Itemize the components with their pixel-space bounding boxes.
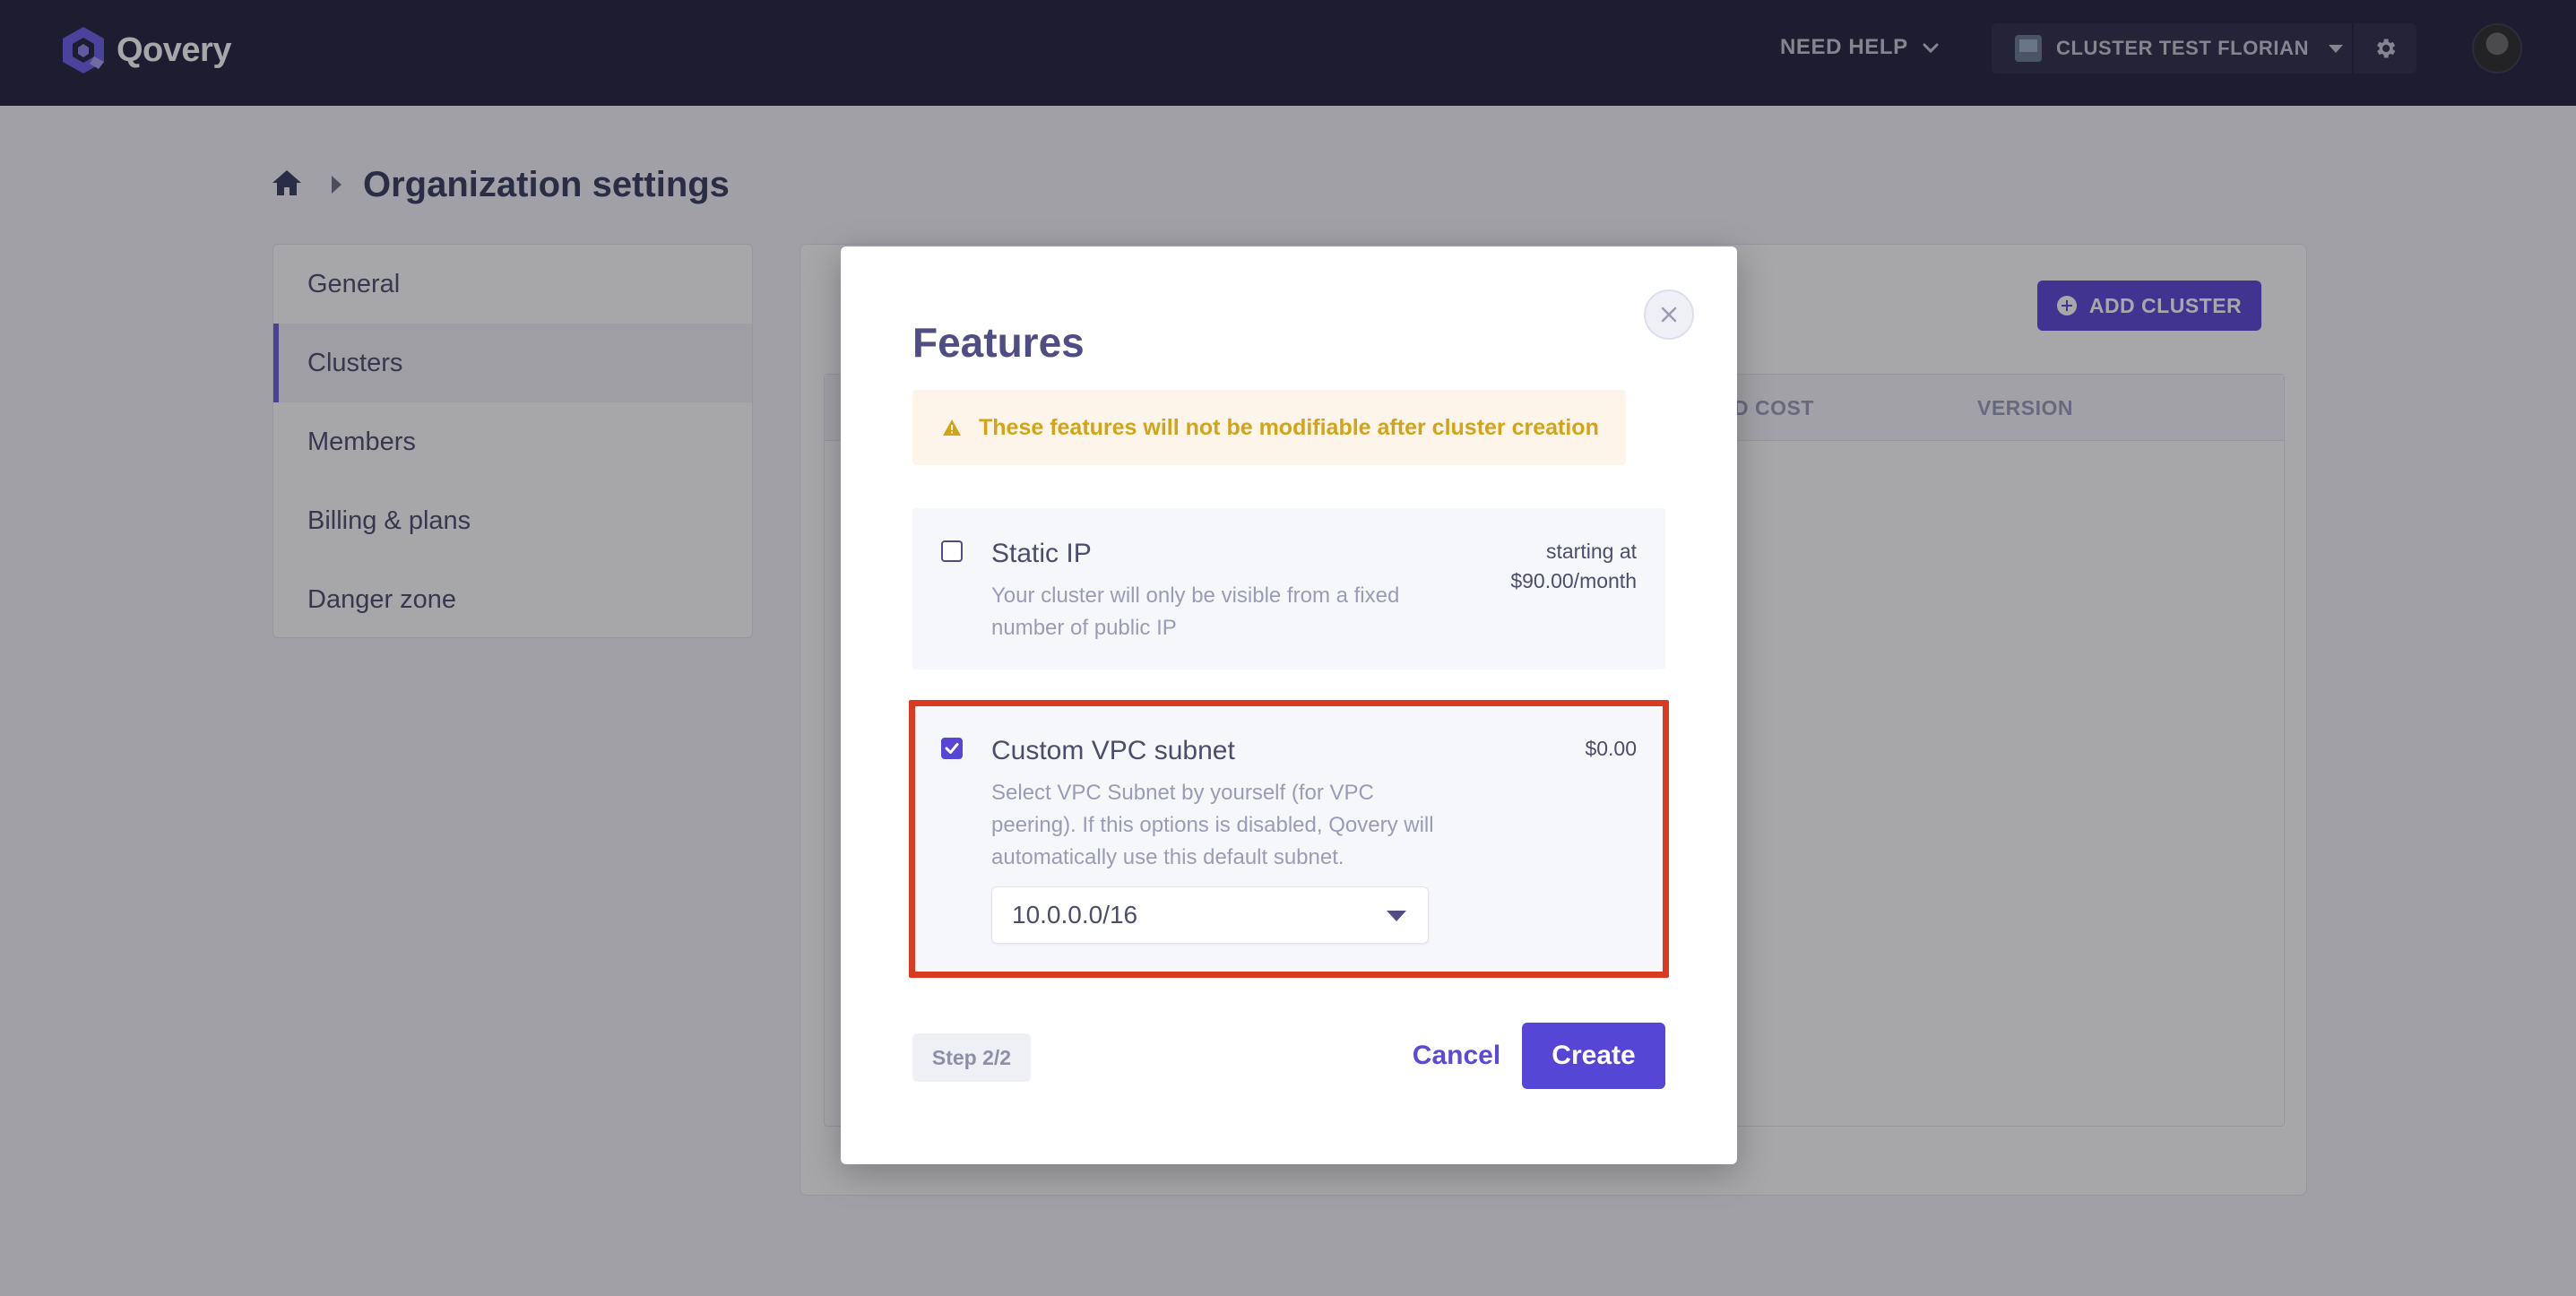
warning-banner: These features will not be modifiable af…: [912, 390, 1626, 465]
feature-description: Your cluster will only be visible from a…: [991, 583, 1400, 640]
close-icon: [1661, 307, 1677, 323]
subnet-dropdown[interactable]: 10.0.0.0/16: [991, 886, 1429, 944]
static-ip-checkbox[interactable]: [941, 540, 963, 562]
custom-vpc-subnet-checkbox[interactable]: [941, 738, 963, 759]
feature-price: starting at $90.00/month: [1510, 537, 1637, 596]
feature-price-prefix: starting at: [1546, 540, 1637, 563]
subnet-dropdown-value: 10.0.0.0/16: [1012, 901, 1138, 929]
feature-card-static-ip: Static IP Your cluster will only be visi…: [912, 508, 1665, 670]
warning-triangle-icon: [943, 419, 961, 436]
feature-title: Static IP: [991, 539, 1092, 568]
step-indicator: Step 2/2: [912, 1033, 1031, 1082]
create-button[interactable]: Create: [1522, 1023, 1665, 1089]
feature-price: $0.00: [1585, 737, 1637, 760]
modal-title: Features: [912, 319, 1085, 366]
feature-price-amount: $90.00/month: [1510, 569, 1637, 592]
checkmark-icon: [945, 743, 959, 754]
feature-description: Select VPC Subnet by yourself (for VPC p…: [991, 781, 1434, 869]
feature-title: Custom VPC subnet: [991, 736, 1235, 765]
warning-text: These features will not be modifiable af…: [979, 414, 1599, 440]
cancel-button[interactable]: Cancel: [1389, 1023, 1524, 1089]
close-modal-button[interactable]: [1644, 289, 1694, 340]
feature-card-custom-vpc-subnet: Custom VPC subnet Select VPC Subnet by y…: [912, 705, 1665, 972]
caret-down-icon: [1387, 911, 1406, 921]
features-modal: Features These features will not be modi…: [841, 246, 1737, 1164]
